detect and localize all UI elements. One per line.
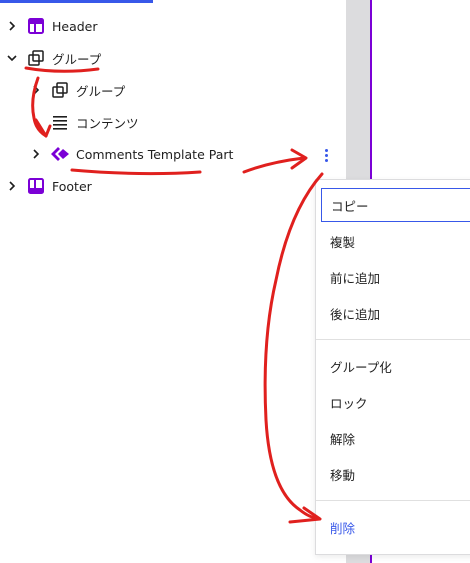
- menu-item-duplicate[interactable]: 複製: [316, 223, 470, 259]
- list-item-label: グループ: [76, 83, 126, 99]
- menu-item-insert-before[interactable]: 前に追加: [316, 259, 470, 295]
- block-options-menu: コピー 複製 前に追加 後に追加 グループ化 ロック 解除 移動 削除: [315, 179, 470, 555]
- diamond-icon: [50, 146, 70, 162]
- menu-item-lock[interactable]: ロック: [316, 384, 470, 420]
- chevron-right-icon[interactable]: [30, 84, 42, 96]
- list-item-group[interactable]: グループ: [6, 43, 101, 73]
- menu-divider: [316, 339, 470, 340]
- list-item-label: Header: [52, 18, 98, 34]
- more-vertical-icon-dot: [324, 158, 328, 162]
- chevron-right-icon[interactable]: [6, 180, 18, 192]
- list-item-group-nested[interactable]: グループ: [30, 75, 125, 105]
- menu-item-move[interactable]: 移動: [316, 456, 470, 492]
- menu-item-insert-after[interactable]: 後に追加: [316, 295, 470, 331]
- menu-item-ungroup[interactable]: 解除: [316, 420, 470, 456]
- list-item-label: Comments Template Part: [76, 146, 234, 162]
- chevron-right-icon[interactable]: [6, 20, 18, 32]
- template-part-icon: [28, 18, 44, 34]
- more-vertical-icon-dot: [324, 153, 328, 157]
- template-part-icon: [28, 178, 44, 194]
- list-item-header[interactable]: Header: [6, 11, 98, 41]
- list-item-comments-template-part[interactable]: Comments Template Part: [30, 139, 233, 169]
- menu-item-copy[interactable]: コピー: [320, 187, 470, 223]
- content-lines-icon: [52, 114, 68, 130]
- group-icon: [52, 82, 68, 98]
- menu-divider: [316, 500, 470, 501]
- options-button[interactable]: [316, 142, 336, 168]
- menu-item-group[interactable]: グループ化: [316, 348, 470, 384]
- more-vertical-icon-dot: [324, 148, 328, 152]
- list-item-label: グループ: [52, 51, 102, 67]
- list-item-content[interactable]: コンテンツ: [30, 107, 139, 137]
- list-item-footer[interactable]: Footer: [6, 171, 92, 201]
- chevron-down-icon[interactable]: [6, 52, 18, 64]
- menu-item-delete[interactable]: 削除: [316, 509, 470, 545]
- chevron-right-icon[interactable]: [30, 148, 42, 160]
- group-icon: [28, 50, 44, 66]
- list-view: Header グループ グループ コンテンツ Comments Template…: [0, 0, 346, 563]
- list-item-label: Footer: [52, 178, 92, 194]
- list-item-label: コンテンツ: [76, 115, 139, 131]
